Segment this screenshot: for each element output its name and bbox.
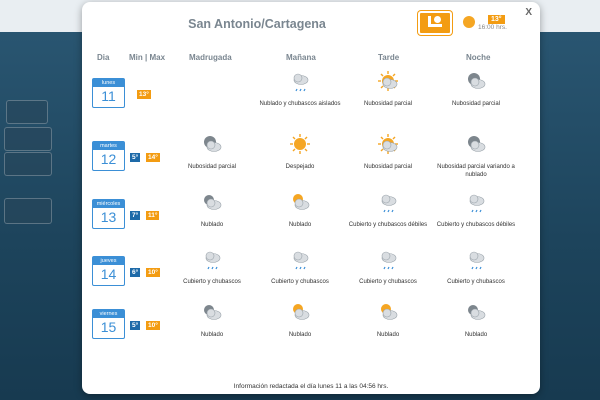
cloud-rain-icon	[381, 251, 397, 270]
header-dia: Dia	[97, 53, 110, 62]
day-number: 15	[100, 319, 117, 335]
day-calendar: jueves 14	[92, 256, 125, 286]
header-noche: Noche	[466, 53, 491, 62]
forecast-label: Cubierto y chubascos	[359, 279, 417, 285]
cloud-sun-icon	[381, 304, 398, 320]
forecast-label: Nublado	[200, 222, 224, 228]
header-manana: Mañana	[286, 53, 316, 62]
map-region[interactable]	[4, 127, 52, 151]
day-calendar: lunes 11	[92, 78, 125, 108]
forecast-label: Cubierto y chubascos	[183, 279, 241, 285]
close-button[interactable]: X	[525, 7, 532, 18]
forecast-label: Cubierto y chubascos débiles	[348, 222, 428, 228]
current-weather-station-icon[interactable]	[418, 11, 452, 35]
forecast-label: Nublado	[288, 332, 312, 338]
forecast-label: Nublado	[464, 332, 488, 338]
forecast-modal: San Antonio/Cartagena X 13° 16:00 hrs. D…	[82, 2, 540, 394]
current-time: 16:00 hrs.	[478, 24, 507, 31]
forecast-label: Nubosidad parcial variando a nublado	[437, 164, 515, 178]
header-minmax: Min | Max	[129, 53, 166, 62]
forecast-label: Cubierto y chubascos débiles	[436, 222, 516, 228]
current-sun-icon	[463, 16, 475, 28]
day-weekday: martes	[93, 142, 124, 150]
temp-min: 6°	[130, 268, 141, 277]
forecast-label: Nublado	[288, 222, 312, 228]
day-number: 14	[100, 266, 117, 282]
cloud-rain-icon	[293, 73, 309, 92]
header-madrugada: Madrugada	[189, 53, 232, 62]
moon-cloud-icon	[204, 136, 222, 152]
forecast-label: Cubierto y chubascos	[447, 279, 505, 285]
forecast-label: Nubosidad parcial	[187, 164, 237, 170]
day-calendar: martes 12	[92, 141, 125, 171]
day-number: 12	[100, 151, 117, 167]
current-temperature: 13°	[488, 15, 505, 24]
temp-max: 11°	[146, 211, 160, 220]
temp-min: 5°	[130, 321, 141, 330]
sun-cloud-icon	[378, 71, 398, 91]
cloud-rain-icon	[469, 194, 485, 213]
map-region[interactable]	[4, 198, 52, 224]
forecast-label: Nublado	[200, 332, 224, 338]
temp-max: 13°	[137, 90, 151, 99]
cloud-sun-icon	[293, 304, 310, 320]
moon-cloud-icon	[468, 136, 486, 152]
map-region[interactable]	[6, 100, 48, 124]
temp-min: 5°	[130, 153, 141, 162]
day-weekday: viernes	[93, 310, 124, 318]
footer-info: Información redactada el día lunes 11 a …	[233, 383, 389, 390]
cloud-moon-icon	[204, 195, 222, 210]
temp-max: 14°	[146, 153, 160, 162]
forecast-label: Nubosidad parcial	[451, 101, 501, 107]
cloud-moon-icon	[204, 305, 222, 320]
sun-cloud-icon	[378, 134, 398, 154]
forecast-label: Nublado y chubascos aislados	[259, 101, 341, 107]
forecast-label: Despejado	[285, 164, 315, 170]
temp-min: 7°	[130, 211, 141, 220]
cloud-moon-icon	[468, 305, 486, 320]
forecast-label: Nubosidad parcial	[363, 164, 413, 170]
header-tarde: Tarde	[378, 53, 400, 62]
forecast-label: Nublado	[376, 332, 400, 338]
forecast-label: Cubierto y chubascos	[271, 279, 329, 285]
day-number: 11	[101, 88, 116, 104]
temp-max: 10°	[146, 321, 160, 330]
city-title: San Antonio/Cartagena	[188, 17, 326, 31]
temp-max: 10°	[146, 268, 160, 277]
map-region[interactable]	[4, 152, 52, 176]
cloud-rain-icon	[293, 251, 309, 270]
day-calendar: miércoles 13	[92, 199, 125, 229]
day-weekday: lunes	[93, 79, 124, 87]
day-calendar: viernes 15	[92, 309, 125, 339]
day-weekday: miércoles	[93, 200, 124, 208]
cloud-rain-icon	[381, 194, 397, 213]
day-weekday: jueves	[93, 257, 124, 265]
sun-icon	[290, 134, 310, 154]
cloud-rain-icon	[205, 251, 221, 270]
moon-cloud-icon	[468, 73, 486, 89]
forecast-label: Nubosidad parcial	[363, 101, 413, 107]
cloud-sun-icon	[293, 194, 310, 210]
day-number: 13	[100, 209, 117, 225]
cloud-rain-icon	[469, 251, 485, 270]
